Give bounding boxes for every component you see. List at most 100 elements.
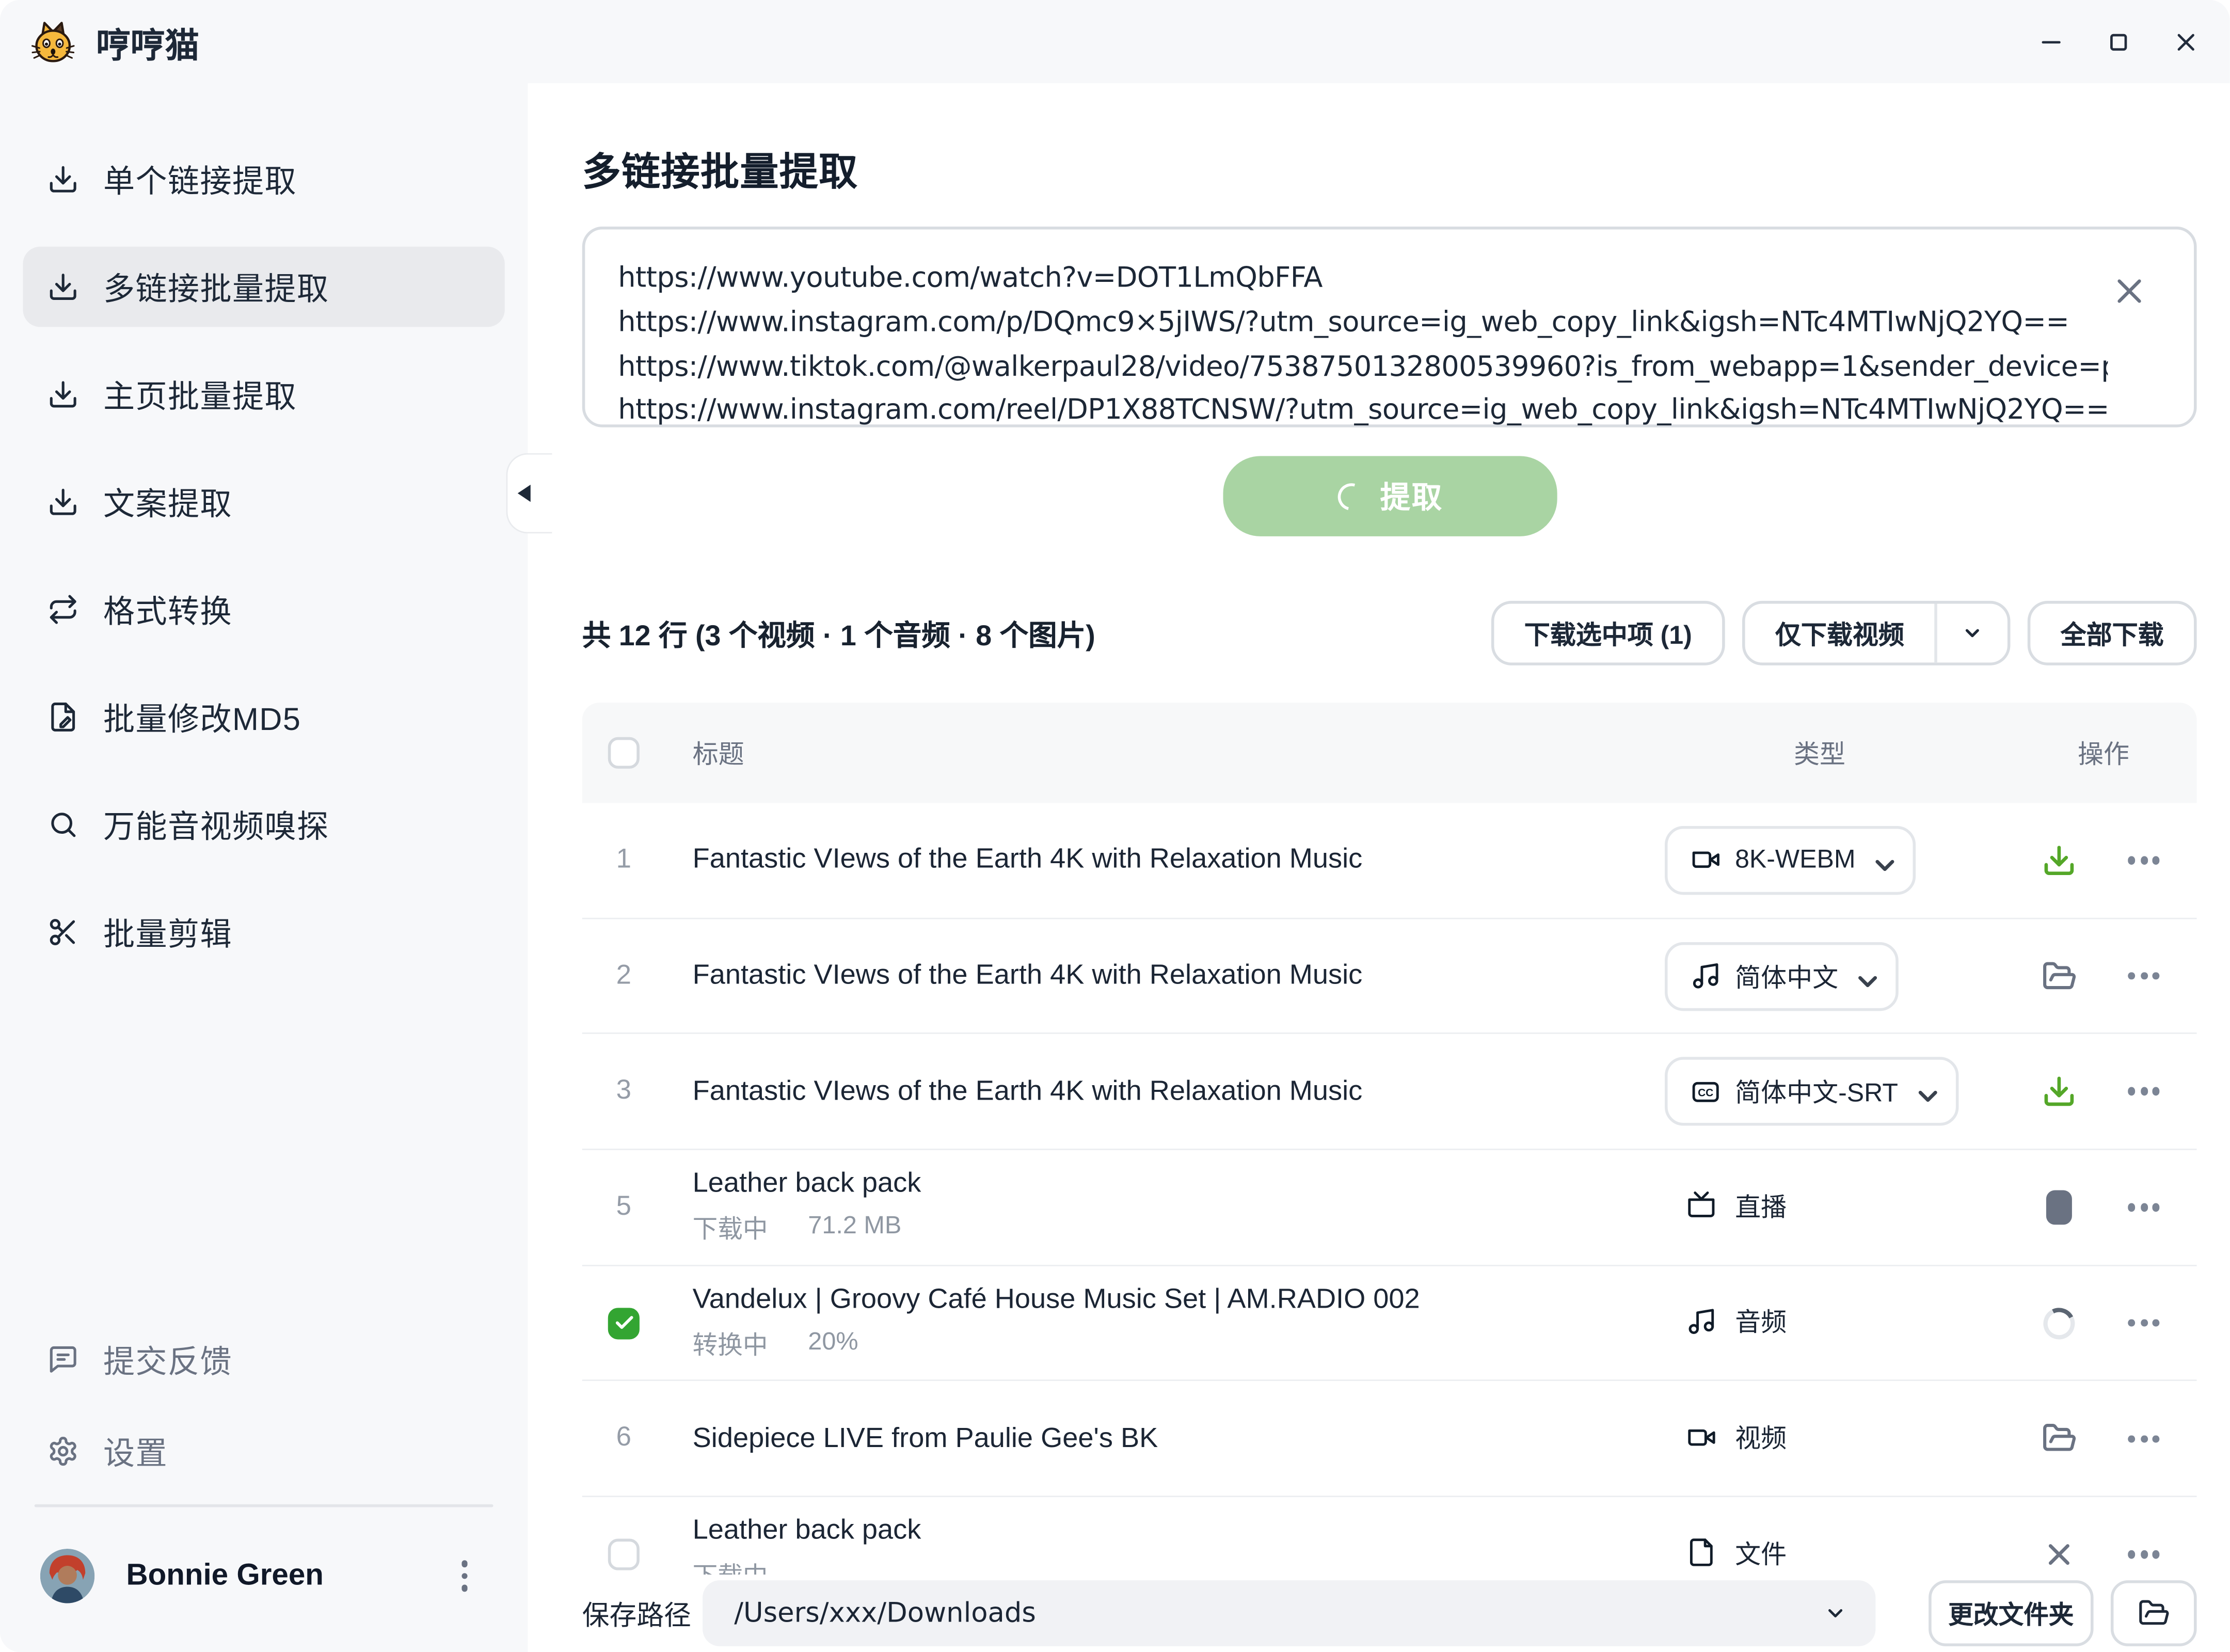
extract-button[interactable]: 提取	[1223, 456, 1557, 536]
download-icon[interactable]	[2042, 843, 2077, 878]
sidebar-item-label: 设置	[103, 1428, 168, 1474]
svg-text:CC: CC	[1698, 1087, 1713, 1099]
sidebar-item[interactable]: 单个链接提取	[23, 139, 504, 219]
user-menu-kebab-icon[interactable]	[455, 1555, 473, 1597]
row-number: 5	[616, 1192, 631, 1223]
app-window: 哼哼猫 单个链接提取多链接批量提取主页批量提取文案提取格式转换批量修改MD5万能…	[0, 0, 2230, 1652]
type-badge: 音频	[1686, 1302, 1787, 1340]
row-checkbox[interactable]	[608, 1538, 640, 1570]
url-line: https://www.instagram.com/reel/DP1X88TCN…	[618, 389, 2108, 434]
open-folder-icon[interactable]	[2042, 1422, 2077, 1456]
download-icon[interactable]	[2042, 1074, 2077, 1109]
url-input[interactable]: https://www.youtube.com/watch?v=DOT1LmQb…	[582, 227, 2197, 427]
url-line: https://www.instagram.com/p/DQmc9×5jIWS/…	[618, 301, 2108, 345]
more-actions-icon[interactable]	[2126, 848, 2161, 873]
sidebar-footer-nav: 提交反馈设置	[0, 1320, 528, 1491]
select-all-checkbox[interactable]	[608, 737, 640, 769]
video-only-button[interactable]: 仅下载视频	[1745, 603, 1935, 662]
type-dropdown[interactable]: 简体中文	[1665, 942, 1899, 1010]
sidebar-item[interactable]: 主页批量提取	[23, 354, 504, 435]
type-label: 简体中文	[1735, 957, 1838, 994]
row-title: Leather back pack	[693, 1168, 1665, 1201]
table-header: 标题 类型 操作	[582, 703, 2197, 803]
table-row: Vandelux | Groovy Café House Music Set |…	[582, 1266, 2197, 1381]
file-pen-icon	[47, 701, 79, 733]
table-row: 5Leather back pack下载中71.2 MB直播	[582, 1150, 2197, 1266]
sidebar-item-label: 单个链接提取	[103, 156, 297, 202]
column-header-type: 类型	[1665, 734, 2020, 771]
maximize-icon[interactable]	[2107, 29, 2131, 54]
window-controls	[2040, 29, 2199, 54]
type-dropdown[interactable]: CC 简体中文-SRT	[1665, 1057, 1958, 1126]
sidebar-item-label: 批量修改MD5	[103, 694, 301, 740]
file-icon	[1686, 1537, 1716, 1567]
save-path-select[interactable]: /Users/xxx/Downloads	[703, 1580, 1875, 1646]
more-actions-icon[interactable]	[2126, 963, 2161, 989]
collapse-arrow-icon	[518, 485, 531, 502]
download-all-button[interactable]: 全部下载	[2028, 601, 2197, 665]
sidebar-item-label: 多链接批量提取	[103, 264, 329, 310]
more-actions-icon[interactable]	[2126, 1079, 2161, 1104]
result-summary: 共 12 行 (3 个视频 · 1 个音频 · 8 个图片)	[582, 612, 1095, 654]
type-label: 简体中文-SRT	[1735, 1073, 1898, 1110]
url-line: https://www.tiktok.com/@walkerpaul28/vid…	[618, 345, 2108, 389]
row-title: Sidepiece LIVE from Paulie Gee's BK	[693, 1422, 1665, 1455]
sidebar-item[interactable]: 文案提取	[23, 462, 504, 542]
gear-icon	[47, 1436, 79, 1467]
music-icon	[1686, 1306, 1716, 1336]
sidebar-item[interactable]: 批量剪辑	[23, 892, 504, 973]
sidebar: 单个链接提取多链接批量提取主页批量提取文案提取格式转换批量修改MD5 万能音视频嗅…	[0, 83, 529, 1652]
video-only-split-button: 仅下载视频	[1742, 601, 2010, 665]
url-input-lines: https://www.youtube.com/watch?v=DOT1LmQb…	[618, 257, 2108, 433]
video-icon	[1691, 845, 1721, 875]
sidebar-footer: 提交反馈设置 Bonnie Green	[0, 1320, 528, 1652]
save-path-bar: 保存路径 /Users/xxx/Downloads 更改文件夹	[528, 1575, 2230, 1652]
open-folder-icon[interactable]	[2042, 959, 2077, 993]
avatar	[40, 1549, 95, 1603]
sidebar-item[interactable]: 万能音视频嗅探	[23, 784, 504, 865]
download-selected-button[interactable]: 下载选中项 (1)	[1491, 601, 1725, 665]
table-row: 1Fantastic VIews of the Earth 4K with Re…	[582, 803, 2197, 919]
change-folder-button[interactable]: 更改文件夹	[1929, 1580, 2093, 1646]
url-line: https://www.youtube.com/watch?v=DOT1LmQb…	[618, 257, 2108, 301]
message-icon	[47, 1344, 79, 1375]
row-title: Fantastic VIews of the Earth 4K with Rel…	[693, 959, 1665, 992]
cancel-icon[interactable]	[2042, 1537, 2077, 1572]
status-text: 转换中	[693, 1327, 768, 1362]
open-folder-button[interactable]	[2111, 1580, 2197, 1646]
status-value: 71.2 MB	[808, 1211, 901, 1247]
type-badge: 直播	[1686, 1187, 1787, 1224]
sidebar-item[interactable]: 设置	[23, 1411, 504, 1491]
row-number: 3	[616, 1076, 631, 1107]
results-table: 标题 类型 操作 1Fantastic VIews of the Earth 4…	[582, 703, 2197, 1613]
type-badge: 视频	[1686, 1418, 1787, 1455]
search-icon	[47, 809, 79, 840]
more-actions-icon[interactable]	[2126, 1310, 2161, 1336]
more-actions-icon[interactable]	[2126, 1426, 2161, 1452]
sidebar-item-label: 格式转换	[103, 586, 232, 632]
type-label: 文件	[1735, 1534, 1787, 1571]
sidebar-item[interactable]: 格式转换	[23, 569, 504, 650]
tv-icon	[1686, 1190, 1716, 1220]
clear-input-icon[interactable]	[2112, 274, 2147, 309]
sidebar-item[interactable]: 批量修改MD5	[23, 677, 504, 757]
app-window-stage: 哼哼猫 单个链接提取多链接批量提取主页批量提取文案提取格式转换批量修改MD5万能…	[0, 0, 2230, 1652]
minimize-icon[interactable]	[2040, 29, 2064, 54]
sidebar-item[interactable]: 提交反馈	[23, 1320, 504, 1400]
sidebar-collapse-handle[interactable]	[506, 453, 552, 534]
row-checkbox-checked[interactable]	[608, 1307, 640, 1339]
close-icon[interactable]	[2174, 29, 2199, 54]
video-only-dropdown-chevron-icon[interactable]	[1934, 603, 2008, 662]
type-dropdown[interactable]: 8K-WEBM	[1665, 826, 1916, 895]
stop-button[interactable]	[2042, 1190, 2077, 1225]
download-icon	[47, 486, 79, 518]
row-status: 转换中20%	[693, 1327, 1665, 1362]
sidebar-item-label: 主页批量提取	[103, 371, 297, 417]
sidebar-item[interactable]: 多链接批量提取	[23, 247, 504, 327]
more-actions-icon[interactable]	[2126, 1195, 2161, 1220]
more-actions-icon[interactable]	[2126, 1542, 2161, 1567]
user-profile: Bonnie Green	[17, 1536, 504, 1616]
download-icon	[47, 378, 79, 410]
table-body: 1Fantastic VIews of the Earth 4K with Re…	[582, 803, 2197, 1613]
music-icon	[1691, 961, 1721, 991]
